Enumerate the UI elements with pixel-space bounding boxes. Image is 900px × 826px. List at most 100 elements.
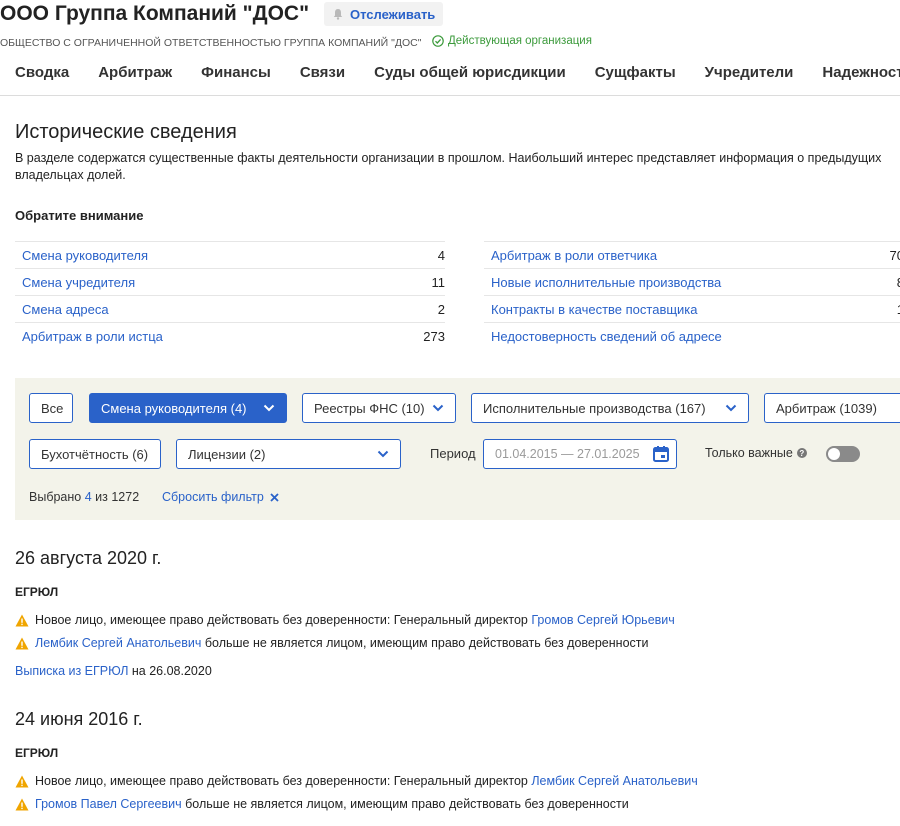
person-link[interactable]: Лембик Сергей Анатольевич xyxy=(531,774,697,788)
filter-accounting[interactable]: Бухотчётность (6) xyxy=(29,439,161,469)
event-date: 24 июня 2016 г. xyxy=(15,709,143,729)
important-only-label: Только важные ? xyxy=(705,446,807,460)
stat-label[interactable]: Смена руководителя xyxy=(15,248,438,263)
warning-icon xyxy=(15,614,29,626)
stat-row[interactable]: Арбитраж в роли ответчика 70 xyxy=(484,241,900,269)
event-card: 24 июня 2016 г. ЕГРЮЛ Новое лицо, имеюще… xyxy=(15,709,900,824)
status-text: Действующая организация xyxy=(448,35,592,47)
stat-row[interactable]: Смена учредителя 11 xyxy=(15,268,445,296)
filter-label: Арбитраж (1039) xyxy=(776,400,877,416)
event-text: Громов Павел Сергеевич больше не являетс… xyxy=(35,797,629,811)
toggle-knob xyxy=(828,448,840,460)
tab-finance[interactable]: Финансы xyxy=(201,64,271,81)
stat-label[interactable]: Арбитраж в роли ответчика xyxy=(484,248,890,263)
important-only-text: Только важные xyxy=(705,446,793,460)
extract-date: на 26.08.2020 xyxy=(131,664,212,678)
stat-value: 2 xyxy=(437,302,445,317)
check-circle-icon xyxy=(432,35,444,47)
section-intro: В разделе содержатся существенные факты … xyxy=(15,151,882,182)
filter-manager-change[interactable]: Смена руководителя (4) xyxy=(89,393,287,423)
warning-icon xyxy=(15,798,29,810)
filter-label: Исполнительные производства (167) xyxy=(483,400,706,416)
event-line: Новое лицо, имеющее право действовать бе… xyxy=(15,774,698,788)
warning-icon xyxy=(15,637,29,649)
filter-label: Лицензии (2) xyxy=(188,446,266,462)
stat-row[interactable]: Арбитраж в роли истца 273 xyxy=(15,322,445,350)
stat-value: 273 xyxy=(423,329,445,344)
period-input[interactable]: 01.04.2015 — 27.01.2025 xyxy=(483,439,677,469)
chevron-down-icon xyxy=(263,404,275,412)
extract-link[interactable]: Выписка из ЕГРЮЛ xyxy=(15,664,128,678)
tab-connections[interactable]: Связи xyxy=(300,64,345,81)
reset-filter-button[interactable]: Сбросить фильтр xyxy=(162,490,279,504)
event-card: 26 августа 2020 г. ЕГРЮЛ Новое лицо, име… xyxy=(15,548,900,688)
event-line: Новое лицо, имеющее право действовать бе… xyxy=(15,613,675,627)
stat-label[interactable]: Смена учредителя xyxy=(15,275,432,290)
tab-arbitration[interactable]: Арбитраж xyxy=(98,64,172,81)
tab-material-facts[interactable]: Сущфакты xyxy=(595,64,676,81)
selected-prefix: Выбрано xyxy=(29,490,82,504)
close-icon xyxy=(270,492,279,502)
stat-row[interactable]: Новые исполнительные производства 8 xyxy=(484,268,900,296)
tab-general-courts[interactable]: Суды общей юрисдикции xyxy=(374,64,566,81)
tab-bar: Сводка Арбитраж Финансы Связи Суды общей… xyxy=(15,64,900,81)
tab-reliability[interactable]: Надежность xyxy=(822,64,900,81)
event-text: Лембик Сергей Анатольевич больше не явля… xyxy=(35,636,648,650)
track-button[interactable]: Отслеживать xyxy=(324,2,444,26)
selected-suffix: из 1272 xyxy=(95,490,140,504)
section-title: Исторические сведения xyxy=(15,121,237,143)
filter-fns-registers[interactable]: Реестры ФНС (10) xyxy=(302,393,456,423)
filter-label: Смена руководителя (4) xyxy=(101,400,247,416)
person-link[interactable]: Громов Сергей Юрьевич xyxy=(531,613,674,627)
company-header: ООО Группа Компаний "ДОС" Отслеживать ОБ… xyxy=(0,0,900,96)
bell-icon xyxy=(333,9,343,20)
stat-label[interactable]: Контракты в качестве поставщика xyxy=(484,302,897,317)
filter-panel: Все Смена руководителя (4) Реестры ФНС (… xyxy=(15,378,900,520)
filter-label: Реестры ФНС (10) xyxy=(314,400,425,416)
warning-icon xyxy=(15,775,29,787)
info-icon[interactable]: ? xyxy=(796,448,807,458)
event-text: Новое лицо, имеющее право действовать бе… xyxy=(35,613,675,627)
event-text-part: больше не является лицом, имеющим право … xyxy=(204,636,649,650)
period-placeholder: 01.04.2015 — 27.01.2025 xyxy=(495,447,640,461)
stat-row[interactable]: Недостоверность сведений об адресе xyxy=(484,322,900,350)
legal-name: ОБЩЕСТВО С ОГРАНИЧЕННОЙ ОТВЕТСТВЕННОСТЬЮ… xyxy=(0,37,422,49)
chevron-down-icon xyxy=(377,450,389,458)
filter-all-button[interactable]: Все xyxy=(29,393,73,423)
selected-count: Выбрано 4 из 1272 xyxy=(29,490,139,504)
selected-number[interactable]: 4 xyxy=(85,490,92,504)
filter-arbitration[interactable]: Арбитраж (1039) xyxy=(764,393,900,423)
event-text-part: Новое лицо, имеющее право действовать бе… xyxy=(35,774,528,788)
event-date: 26 августа 2020 г. xyxy=(15,548,162,568)
event-text: Новое лицо, имеющее право действовать бе… xyxy=(35,774,698,788)
company-title: ООО Группа Компаний "ДОС" xyxy=(0,2,310,25)
tab-summary[interactable]: Сводка xyxy=(15,64,69,81)
stat-label[interactable]: Новые исполнительные производства xyxy=(484,275,897,290)
extract-line: Выписка из ЕГРЮЛ на 26.08.2020 xyxy=(15,664,212,678)
person-link[interactable]: Лембик Сергей Анатольевич xyxy=(35,636,201,650)
calendar-icon[interactable] xyxy=(652,445,670,463)
person-link[interactable]: Громов Павел Сергеевич xyxy=(35,797,182,811)
event-line: Громов Павел Сергеевич больше не являетс… xyxy=(15,797,629,811)
stat-value: 70 xyxy=(889,248,900,263)
stat-label[interactable]: Смена адреса xyxy=(15,302,438,317)
stat-row[interactable]: Смена руководителя 4 xyxy=(15,241,445,269)
filter-enforcement[interactable]: Исполнительные производства (167) xyxy=(471,393,749,423)
chevron-down-icon xyxy=(725,404,737,412)
attention-title: Обратите внимание xyxy=(15,208,144,223)
filter-licenses[interactable]: Лицензии (2) xyxy=(176,439,401,469)
important-only-toggle[interactable] xyxy=(826,446,860,462)
reset-filter-label: Сбросить фильтр xyxy=(162,490,264,504)
stat-label[interactable]: Недостоверность сведений об адресе xyxy=(484,329,900,344)
event-source: ЕГРЮЛ xyxy=(15,746,59,760)
status-badge: Действующая организация xyxy=(432,35,592,47)
stat-label[interactable]: Арбитраж в роли истца xyxy=(15,329,423,344)
stat-row[interactable]: Контракты в качестве поставщика 1 xyxy=(484,295,900,323)
stat-row[interactable]: Смена адреса 2 xyxy=(15,295,445,323)
stat-value: 11 xyxy=(431,275,446,290)
stat-value: 4 xyxy=(437,248,445,263)
track-label: Отслеживать xyxy=(350,6,436,22)
period-label: Период xyxy=(430,446,476,461)
tab-founders[interactable]: Учредители xyxy=(705,64,794,81)
event-text-part: Новое лицо, имеющее право действовать бе… xyxy=(35,613,528,627)
